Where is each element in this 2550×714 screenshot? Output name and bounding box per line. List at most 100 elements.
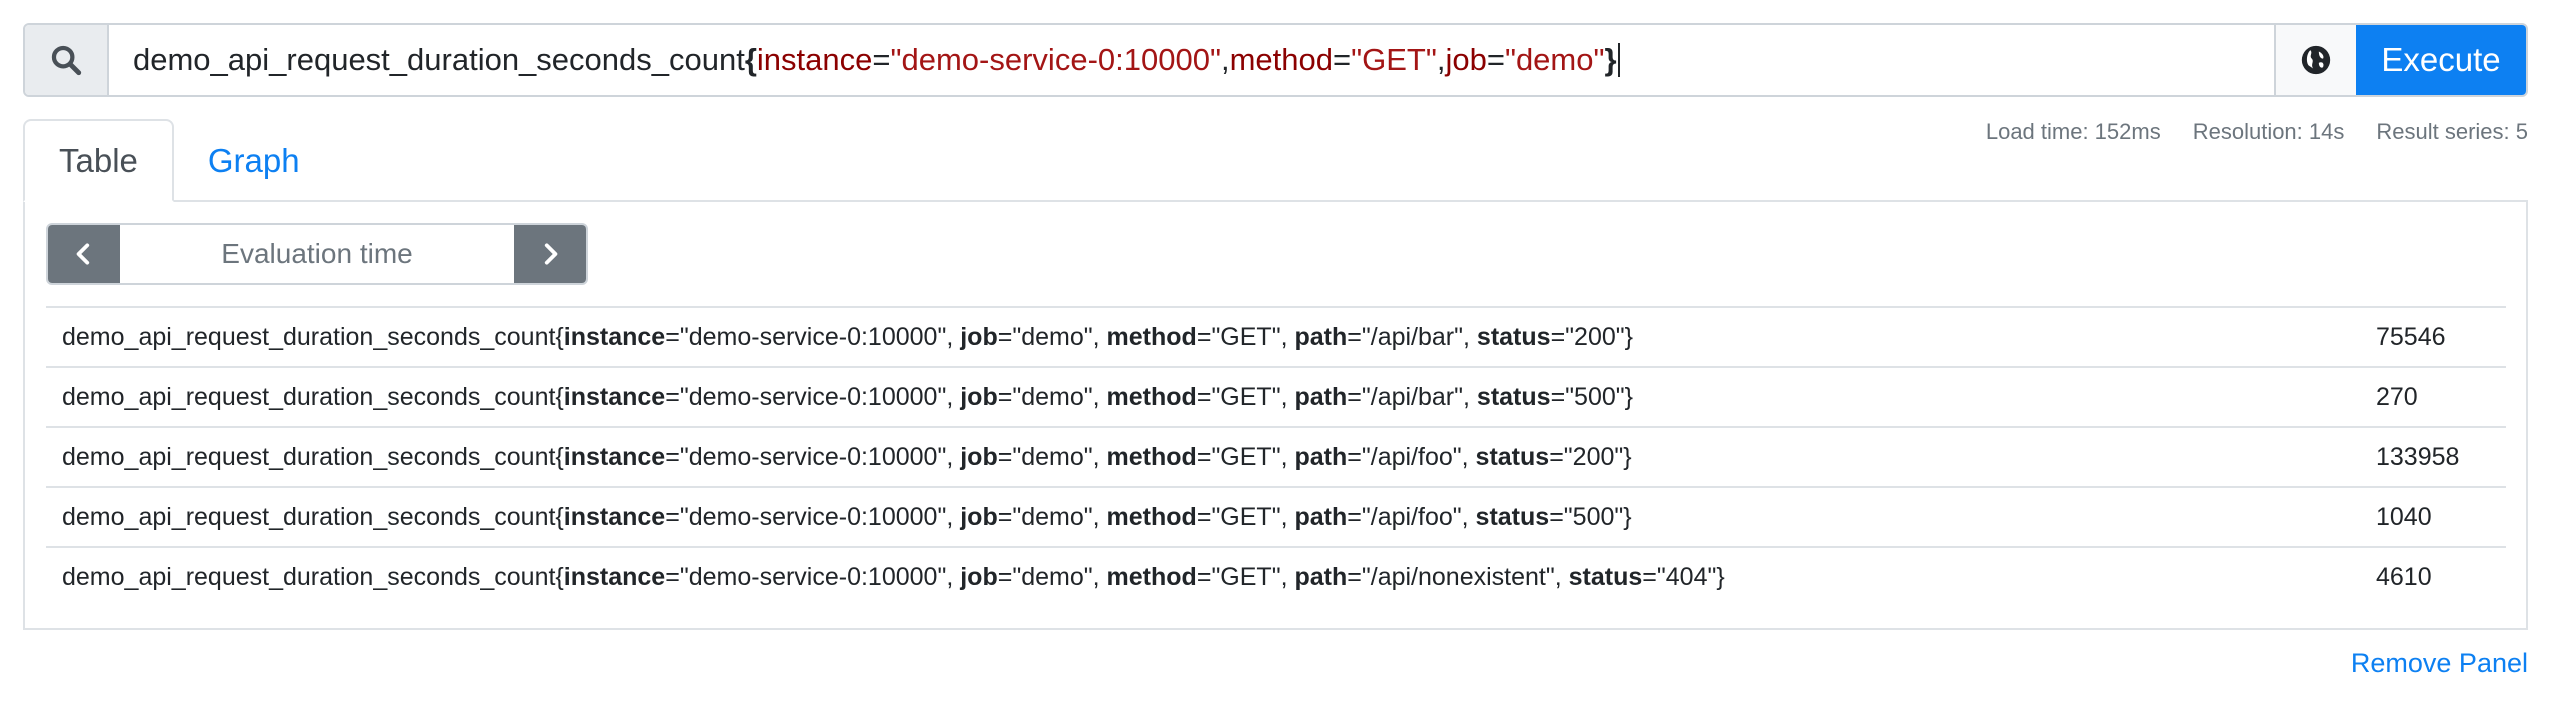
load-time: Load time: 152ms <box>1985 119 2161 144</box>
result-series: Result series: 5 <box>2376 119 2528 144</box>
series-separator: , <box>946 382 961 411</box>
series-label-value: "500" <box>1563 502 1624 531</box>
series-label-value: "GET" <box>1211 502 1281 531</box>
table-row: demo_api_request_duration_seconds_count{… <box>46 426 2506 486</box>
series-operator: = <box>997 322 1013 351</box>
evaluation-time-input[interactable]: Evaluation time <box>120 225 514 283</box>
value-cell: 133958 <box>2376 442 2460 471</box>
series-close-brace: } <box>1623 442 1632 471</box>
series-separator: , <box>1463 382 1477 411</box>
expression-comma: , <box>1220 42 1230 77</box>
series-label-name: path <box>1294 442 1348 471</box>
tab-table[interactable]: Table <box>23 119 174 202</box>
series-label-name: status <box>1475 442 1550 471</box>
series-operator: = <box>1347 562 1362 591</box>
series-separator: , <box>1092 442 1107 471</box>
value-cell: 4610 <box>2376 562 2432 591</box>
series-operator: = <box>1347 382 1362 411</box>
series-separator: , <box>1280 442 1295 471</box>
series-label-value: "/api/foo" <box>1361 442 1462 471</box>
expression-operator: = <box>1486 42 1505 77</box>
series-label-value: "/api/bar" <box>1361 322 1464 351</box>
series-label-name: method <box>1106 382 1197 411</box>
series-separator: , <box>1092 322 1107 351</box>
series-operator: = <box>1550 322 1566 351</box>
series-operator: = <box>665 442 680 471</box>
series-separator: , <box>1463 322 1477 351</box>
series-operator: = <box>997 442 1013 471</box>
series-operator: = <box>1642 562 1657 591</box>
series-label-value: "demo" <box>1012 442 1093 471</box>
expression-input[interactable]: demo_api_request_duration_seconds_count{… <box>109 25 2274 95</box>
series-cell: demo_api_request_duration_seconds_count{… <box>46 503 2376 532</box>
series-separator: , <box>1461 442 1476 471</box>
series-operator: = <box>1549 442 1564 471</box>
series-operator: = <box>1196 562 1212 591</box>
previous-time-button[interactable] <box>48 225 120 283</box>
series-label-name: path <box>1294 382 1348 411</box>
next-time-button[interactable] <box>514 225 586 283</box>
series-separator: , <box>946 442 961 471</box>
panel-tabs: Table Graph <box>23 119 334 202</box>
tab-graph[interactable]: Graph <box>174 119 334 202</box>
series-label-value: "demo-service-0:10000" <box>679 382 947 411</box>
expression-label-value: "demo" <box>1504 42 1605 77</box>
series-metric-name: demo_api_request_duration_seconds_count{ <box>62 442 564 471</box>
value-cell: 75546 <box>2376 322 2446 351</box>
series-separator: , <box>1092 502 1107 531</box>
execute-button[interactable]: Execute <box>2356 25 2526 95</box>
series-close-brace: } <box>1716 562 1725 591</box>
series-cell: demo_api_request_duration_seconds_count{… <box>46 383 2376 412</box>
series-close-brace: } <box>1623 502 1632 531</box>
remove-panel-link[interactable]: Remove Panel <box>2351 648 2528 679</box>
series-label-name: job <box>960 382 998 411</box>
table-row: demo_api_request_duration_seconds_count{… <box>46 366 2506 426</box>
series-label-value: "demo-service-0:10000" <box>679 502 947 531</box>
series-separator: , <box>1092 562 1107 591</box>
series-separator: , <box>1554 562 1569 591</box>
table-row: demo_api_request_duration_seconds_count{… <box>46 486 2506 546</box>
series-label-name: job <box>960 322 998 351</box>
series-separator: , <box>1280 382 1295 411</box>
series-label-value: "GET" <box>1211 322 1281 351</box>
series-metric-name: demo_api_request_duration_seconds_count{ <box>62 502 564 531</box>
series-label-name: path <box>1294 322 1348 351</box>
series-operator: = <box>1196 502 1212 531</box>
table-panel: Evaluation time demo_api_request_duratio… <box>23 200 2528 630</box>
series-label-name: instance <box>563 382 666 411</box>
series-label-name: instance <box>563 502 666 531</box>
series-label-name: path <box>1294 562 1348 591</box>
series-operator: = <box>665 382 680 411</box>
metrics-explorer-button[interactable] <box>2274 25 2356 95</box>
globe-icon <box>2301 45 2331 75</box>
series-label-value: "demo" <box>1012 382 1093 411</box>
series-operator: = <box>997 562 1013 591</box>
series-metric-name: demo_api_request_duration_seconds_count{ <box>62 562 564 591</box>
series-label-value: "demo" <box>1012 502 1093 531</box>
expression-operator: = <box>872 42 891 77</box>
series-separator: , <box>946 502 961 531</box>
chevron-right-icon <box>544 243 558 265</box>
chevron-left-icon <box>76 243 90 265</box>
search-icon <box>51 45 82 76</box>
resolution: Resolution: 14s <box>2192 119 2345 144</box>
series-label-value: "/api/nonexistent" <box>1361 562 1555 591</box>
value-cell: 270 <box>2376 382 2418 411</box>
series-cell: demo_api_request_duration_seconds_count{… <box>46 563 2376 592</box>
series-label-name: instance <box>563 442 666 471</box>
table-row: demo_api_request_duration_seconds_count{… <box>46 306 2506 366</box>
expression-label-name: instance <box>756 42 873 77</box>
series-label-value: "200" <box>1565 322 1625 351</box>
series-label-value: "GET" <box>1211 442 1281 471</box>
query-stats: Load time: 152ms Resolution: 14s Result … <box>1986 119 2528 145</box>
expression-bar: demo_api_request_duration_seconds_count{… <box>23 23 2528 97</box>
series-label-name: instance <box>563 322 666 351</box>
series-label-value: "demo-service-0:10000" <box>679 442 947 471</box>
series-label-value: "demo-service-0:10000" <box>679 562 947 591</box>
series-operator: = <box>1549 502 1564 531</box>
expression-operator: = <box>1332 42 1352 77</box>
series-label-value: "200" <box>1563 442 1624 471</box>
series-label-value: "/api/foo" <box>1361 502 1462 531</box>
series-operator: = <box>1347 442 1362 471</box>
series-close-brace: } <box>1624 382 1633 411</box>
